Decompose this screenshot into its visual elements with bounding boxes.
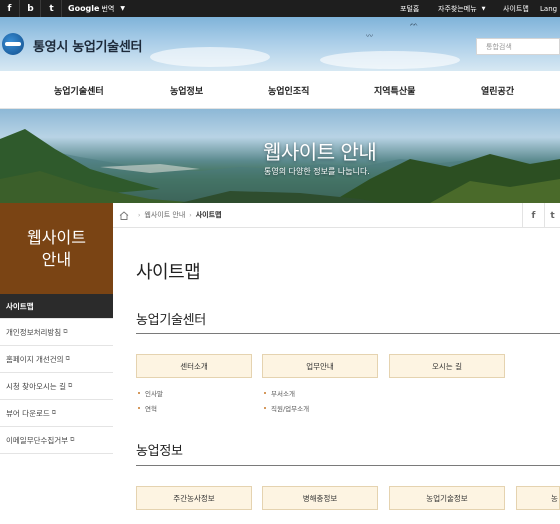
- google-translate[interactable]: Google 번역 ▼: [68, 0, 125, 17]
- lnb-item-viewer[interactable]: 뷰어 다운로드 ⧉: [0, 400, 113, 427]
- frequent-menu-label: 자주찾는메뉴: [438, 4, 477, 13]
- section-divider: [136, 465, 560, 466]
- language-link[interactable]: Lang: [540, 0, 557, 17]
- bullet-icon: [264, 407, 266, 409]
- lnb-item-label: 사이트맵: [6, 301, 34, 311]
- chevron-down-icon: ▼: [120, 5, 125, 12]
- lnb-item-label: 뷰어 다운로드: [6, 408, 50, 418]
- external-link-icon: ⧉: [67, 382, 73, 389]
- category-center-intro[interactable]: 센터소개: [136, 354, 252, 378]
- share-facebook-icon[interactable]: f: [522, 203, 544, 228]
- sub-item-departments[interactable]: 부서소개: [264, 388, 295, 398]
- lnb-item-sitemap[interactable]: 사이트맵: [0, 294, 113, 319]
- sub-item-label: 연혁: [145, 405, 157, 413]
- external-link-icon: ⧉: [70, 436, 75, 443]
- bullet-icon: [138, 407, 140, 409]
- cloud-decoration: [150, 47, 270, 67]
- search-input[interactable]: [486, 42, 546, 51]
- section-divider: [136, 333, 560, 334]
- external-link-icon: ⧉: [51, 409, 57, 416]
- sub-item-label: 부서소개: [271, 390, 295, 398]
- gnb-item-organization[interactable]: 농업인조직: [268, 71, 309, 109]
- category-work-guide[interactable]: 업무안내: [262, 354, 378, 378]
- main-navigation: 농업기술센터 농업정보 농업인조직 지역특산물 열린공간: [0, 71, 560, 109]
- frequent-menu-link[interactable]: 자주찾는메뉴 ▼: [438, 0, 486, 17]
- banner-subtitle: 통영의 다양한 정보를 나눕니다.: [264, 167, 370, 176]
- chevron-down-icon: ▼: [481, 5, 486, 12]
- bird-decoration: ᨓ: [410, 20, 419, 28]
- lnb-item-privacy[interactable]: 개인정보처리방침 ⧉: [0, 319, 113, 346]
- gnb-item-specialty[interactable]: 지역특산물: [374, 71, 415, 109]
- blog-icon[interactable]: b: [21, 0, 41, 17]
- category-weekly-farming[interactable]: 주간농사정보: [136, 486, 252, 510]
- sitemap-link[interactable]: 사이트맵: [503, 0, 529, 17]
- lnb-item-label: 시청 찾아오시는 길: [6, 381, 66, 391]
- banner-title: 웹사이트 안내: [263, 140, 377, 164]
- lnb-item-label: 이메일무단수집거부: [6, 435, 69, 445]
- lnb-item-label: 홈페이지 개선건의: [6, 354, 64, 364]
- sub-item-staff[interactable]: 직원/업무소개: [264, 403, 309, 413]
- category-agri-tech[interactable]: 농업기술정보: [389, 486, 505, 510]
- lnb-item-email-refusal[interactable]: 이메일무단수집거부 ⧉: [0, 427, 113, 454]
- external-link-icon: ⧉: [63, 328, 68, 335]
- twitter-icon[interactable]: t: [42, 0, 62, 17]
- search-box[interactable]: [476, 38, 560, 55]
- gnb-item-info[interactable]: 농업정보: [170, 71, 203, 109]
- section-title: 농업정보: [136, 444, 183, 459]
- breadcrumb-current: 사이트맵: [195, 211, 222, 219]
- lnb-item-suggestion[interactable]: 홈페이지 개선건의 ⧉: [0, 346, 113, 373]
- top-utility-bar: f b t Google 번역 ▼ 포털홈 자주찾는메뉴 ▼ 사이트맵 Lang: [0, 0, 560, 17]
- google-logo: Google: [68, 4, 100, 13]
- visual-banner: 웹사이트 안내 통영의 다양한 정보를 나눕니다.: [0, 109, 560, 203]
- breadcrumb-parent[interactable]: 웹사이트 안내: [144, 210, 185, 220]
- lnb-item-directions[interactable]: 시청 찾아오시는 길 ⧉: [0, 373, 113, 400]
- translate-label: 번역: [101, 4, 115, 13]
- lnb-title: 웹사이트 안내: [0, 203, 113, 294]
- bullet-icon: [264, 392, 266, 394]
- chevron-right-icon: ›: [138, 211, 141, 219]
- logo-icon[interactable]: [2, 33, 24, 55]
- sub-item-label: 직원/업무소개: [271, 405, 310, 413]
- chevron-right-icon: ›: [189, 211, 192, 219]
- site-header: 〰 ᨓ 통영시 농업기술센터: [0, 17, 560, 71]
- sub-item-history[interactable]: 연혁: [138, 403, 157, 413]
- external-link-icon: ⧉: [65, 355, 70, 362]
- lnb-menu: 사이트맵 개인정보처리방침 ⧉ 홈페이지 개선건의 ⧉ 시청 찾아오시는 길 ⧉…: [0, 294, 113, 454]
- bird-decoration: 〰: [366, 32, 373, 40]
- portal-home-link[interactable]: 포털홈: [400, 0, 419, 17]
- cloud-decoration: [320, 51, 460, 69]
- home-icon[interactable]: [119, 210, 129, 220]
- sub-item-greeting[interactable]: 인사말: [138, 388, 163, 398]
- facebook-icon[interactable]: f: [0, 0, 20, 17]
- section-title: 농업기술센터: [136, 313, 206, 328]
- gnb-item-open-space[interactable]: 열린공간: [481, 71, 514, 109]
- lnb-title-line2: 안내: [41, 249, 72, 269]
- lnb-item-label: 개인정보처리방침: [6, 327, 62, 337]
- breadcrumb: › 웹사이트 안내 › 사이트맵: [113, 203, 560, 228]
- bullet-icon: [138, 392, 140, 394]
- gnb-item-center[interactable]: 농업기술센터: [54, 71, 104, 109]
- category-partial[interactable]: 농: [516, 486, 560, 510]
- category-pest-info[interactable]: 병해충정보: [262, 486, 378, 510]
- page-title: 사이트맵: [136, 262, 201, 283]
- share-twitter-icon[interactable]: t: [544, 203, 560, 228]
- site-title[interactable]: 통영시 농업기술센터: [33, 36, 142, 55]
- lnb-title-line1: 웹사이트: [27, 227, 86, 247]
- category-directions[interactable]: 오시는 길: [389, 354, 505, 378]
- sub-item-label: 인사말: [145, 390, 163, 398]
